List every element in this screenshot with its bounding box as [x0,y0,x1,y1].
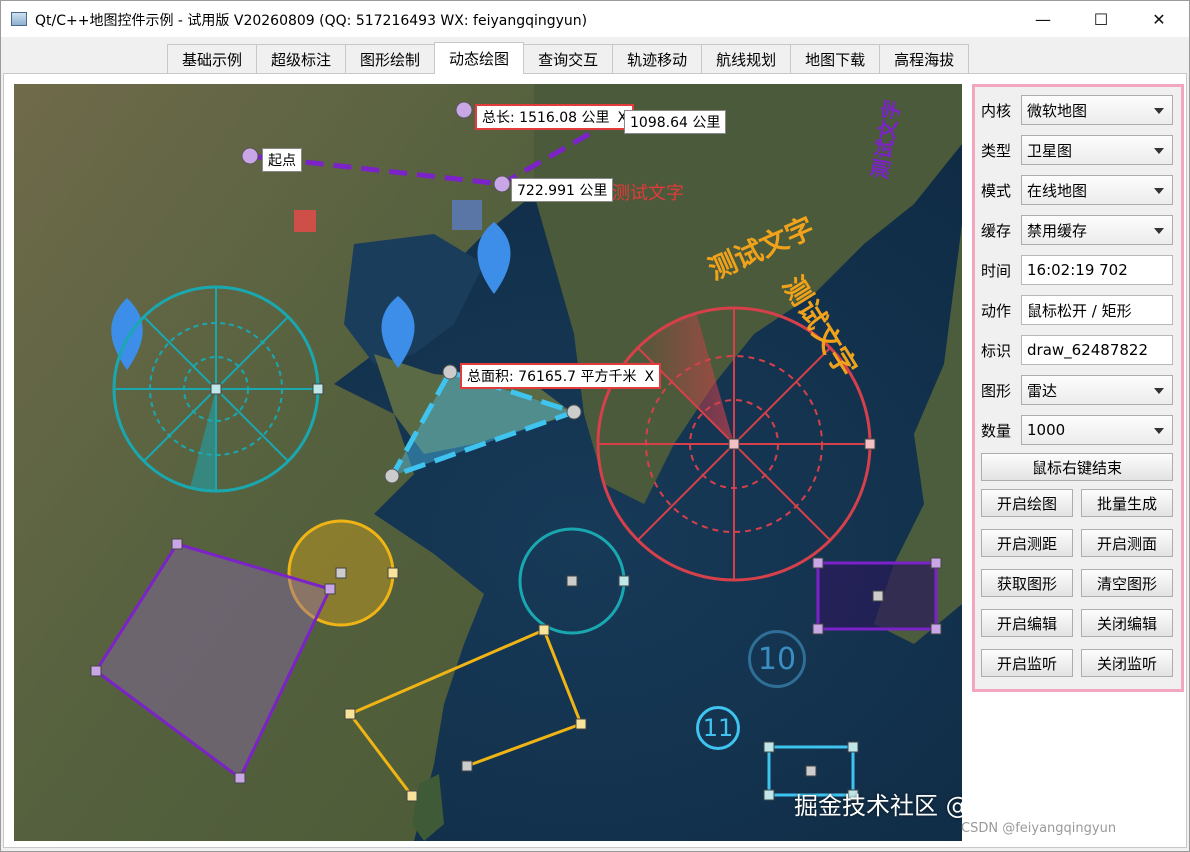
cache-select[interactable]: 禁用缓存 [1021,215,1173,245]
distance-node [241,147,259,165]
kernel-label: 内核 [981,101,1012,120]
tab-elevation[interactable]: 高程海拔 [879,44,970,74]
map-text-red: 测试文字 [612,183,684,204]
tab-super-annotation[interactable]: 超级标注 [256,44,347,74]
row-count: 数量 1000 [981,415,1175,445]
tab-shape-draw[interactable]: 图形绘制 [345,44,436,74]
label-total-area-close[interactable]: X [645,369,655,385]
type-select[interactable]: 卫星图 [1021,135,1173,165]
chevron-down-icon [1154,388,1164,394]
label-distance-1: 1098.64 公里 [624,110,727,134]
chevron-down-icon [1154,148,1164,154]
get-shapes-button[interactable]: 获取图形 [981,569,1073,597]
tab-basic[interactable]: 基础示例 [167,44,258,74]
label-start: 起点 [262,148,302,172]
tab-route[interactable]: 航线规划 [701,44,792,74]
square-blue [452,200,482,230]
tab-content: 测试文字 测试文字 测试文字 测试文字 起点 总长: 1516.08 公里 X 1… [3,73,1187,848]
minimize-button[interactable]: — [1020,1,1066,37]
time-field[interactable]: 16:02:19 702 [1021,255,1173,285]
close-edit-button[interactable]: 关闭编辑 [1081,609,1173,637]
chevron-down-icon [1154,188,1164,194]
cache-value: 禁用缓存 [1027,221,1088,240]
chevron-down-icon [1154,228,1164,234]
maximize-button[interactable]: ☐ [1078,1,1124,37]
type-label: 类型 [981,141,1012,160]
mode-select[interactable]: 在线地图 [1021,175,1173,205]
clear-shapes-button[interactable]: 清空图形 [1081,569,1173,597]
square-red [294,210,316,232]
cluster-10[interactable]: 10 [748,630,806,688]
kernel-select[interactable]: 微软地图 [1021,95,1173,125]
tab-dynamic-draw[interactable]: 动态绘图 [434,42,525,74]
count-value: 1000 [1027,421,1066,439]
map-canvas[interactable]: 测试文字 测试文字 测试文字 测试文字 [14,84,962,841]
mode-value: 在线地图 [1027,181,1088,200]
ident-label: 标识 [981,341,1012,360]
watermark-sub: CSDN @feiyangqingyun [961,821,1117,836]
row-type: 类型 卫星图 [981,135,1175,165]
count-label: 数量 [981,421,1012,440]
action-field[interactable]: 鼠标松开 / 矩形 [1021,295,1173,325]
rect-purple [812,557,942,635]
label-total-area: 总面积: 76165.7 平方千米 X [460,363,662,389]
mode-label: 模式 [981,181,1012,200]
watermark-main: 掘金技术社区 @ feiyangqingyun [794,792,962,820]
start-measure-distance-button[interactable]: 开启测距 [981,529,1073,557]
chevron-down-icon [1154,428,1164,434]
app-icon [11,12,27,26]
action-label: 动作 [981,301,1012,320]
type-value: 卫星图 [1027,141,1073,160]
start-listen-button[interactable]: 开启监听 [981,649,1073,677]
label-total-length-text: 总长: 1516.08 公里 [482,110,610,126]
row-action: 动作 鼠标松开 / 矩形 [981,295,1175,325]
cluster-11[interactable]: 11 [696,706,740,750]
right-click-end-button[interactable]: 鼠标右键结束 [981,453,1173,481]
count-select[interactable]: 1000 [1021,415,1173,445]
shape-value: 雷达 [1027,381,1058,400]
window-title: Qt/C++地图控件示例 - 试用版 V20260809 (QQ: 517216… [35,13,588,29]
shape-select[interactable]: 雷达 [1021,375,1173,405]
start-draw-button[interactable]: 开启绘图 [981,489,1073,517]
row-ident: 标识 draw_62487822 [981,335,1175,365]
map-view[interactable]: 测试文字 测试文字 测试文字 测试文字 起点 总长: 1516.08 公里 X 1… [14,84,962,841]
kernel-value: 微软地图 [1027,101,1088,120]
cache-label: 缓存 [981,221,1012,240]
tab-query[interactable]: 查询交互 [523,44,614,74]
shape-label: 图形 [981,381,1012,400]
time-label: 时间 [981,261,1012,280]
close-listen-button[interactable]: 关闭监听 [1081,649,1173,677]
app-window: Qt/C++地图控件示例 - 试用版 V20260809 (QQ: 517216… [0,0,1190,852]
label-distance-2: 722.991 公里 [511,178,614,202]
row-shape: 图形 雷达 [981,375,1175,405]
label-total-length: 总长: 1516.08 公里 X [475,104,635,130]
row-time: 时间 16:02:19 702 [981,255,1175,285]
label-total-area-text: 总面积: 76165.7 平方千米 [467,369,637,385]
row-mode: 模式 在线地图 [981,175,1175,205]
row-kernel: 内核 微软地图 [981,95,1175,125]
row-cache: 缓存 禁用缓存 [981,215,1175,245]
chevron-down-icon [1154,108,1164,114]
batch-generate-button[interactable]: 批量生成 [1081,489,1173,517]
distance-node [493,175,511,193]
ident-field[interactable]: draw_62487822 [1021,335,1173,365]
tab-bar: 基础示例 超级标注 图形绘制 动态绘图 查询交互 轨迹移动 航线规划 地图下载 … [167,42,970,74]
start-measure-area-button[interactable]: 开启测面 [1081,529,1173,557]
close-button[interactable]: ✕ [1136,1,1182,37]
distance-node [455,101,473,119]
title-bar: Qt/C++地图控件示例 - 试用版 V20260809 (QQ: 517216… [1,1,1189,37]
start-edit-button[interactable]: 开启编辑 [981,609,1073,637]
tab-download[interactable]: 地图下载 [790,44,881,74]
tab-track[interactable]: 轨迹移动 [612,44,703,74]
control-panel: 内核 微软地图 类型 卫星图 模式 在线地图 缓存 禁用缓存 时间 16:02:… [972,84,1184,692]
